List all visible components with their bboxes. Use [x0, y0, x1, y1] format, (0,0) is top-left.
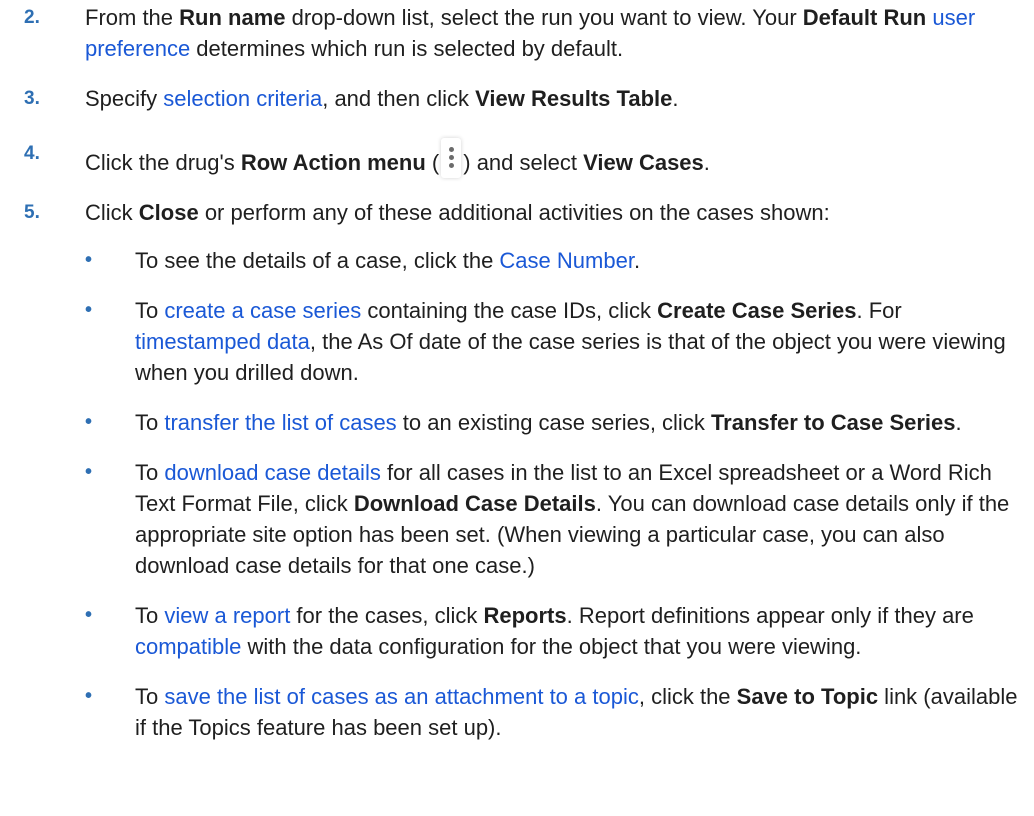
- reports-ui-label: Reports: [483, 603, 567, 628]
- close-ui-label: Close: [138, 200, 199, 225]
- step-4: 4. Click the drug's Row Action menu () a…: [24, 138, 1020, 178]
- step-text: Specify selection criteria, and then cli…: [85, 86, 679, 111]
- default-run-ui-label: Default Run: [802, 5, 927, 30]
- view-report-link[interactable]: view a report: [164, 603, 290, 628]
- row-action-menu-ui-label: Row Action menu: [240, 150, 426, 175]
- step-5: 5. Click Close or perform any of these a…: [24, 197, 1020, 743]
- bullet-icon: •: [85, 604, 93, 626]
- run-name-ui-label: Run name: [179, 5, 286, 30]
- vertical-ellipsis-icon: [441, 138, 462, 178]
- list-item: • To download case details for all cases…: [85, 457, 1020, 581]
- save-to-topic-ui-label: Save to Topic: [736, 684, 879, 709]
- list-item: • To transfer the list of cases to an ex…: [85, 407, 1020, 438]
- selection-criteria-link[interactable]: selection criteria: [163, 86, 322, 111]
- list-item: • To save the list of cases as an attach…: [85, 681, 1020, 743]
- bullet-icon: •: [85, 461, 93, 483]
- step-number: 2.: [24, 7, 40, 28]
- download-case-details-ui-label: Download Case Details: [353, 491, 596, 516]
- step-text: Click the drug's Row Action menu () and …: [85, 138, 1020, 178]
- download-case-details-link[interactable]: download case details: [164, 460, 380, 485]
- steps-list: 2. From the Run name drop-down list, sel…: [24, 2, 1020, 743]
- activities-list: • To see the details of a case, click th…: [85, 245, 1020, 743]
- timestamped-data-link[interactable]: timestamped data: [135, 329, 310, 354]
- bullet-icon: •: [85, 299, 93, 321]
- bullet-icon: •: [85, 685, 93, 707]
- bullet-icon: •: [85, 411, 93, 433]
- document-page: 2. From the Run name drop-down list, sel…: [0, 0, 1034, 816]
- transfer-to-case-series-ui-label: Transfer to Case Series: [710, 410, 956, 435]
- step-number: 5.: [24, 202, 40, 223]
- case-number-link[interactable]: Case Number: [499, 248, 634, 273]
- step-number: 4.: [24, 143, 40, 164]
- list-item: • To view a report for the cases, click …: [85, 600, 1020, 662]
- step-text: From the Run name drop-down list, select…: [85, 5, 976, 61]
- bullet-icon: •: [85, 249, 93, 271]
- view-results-table-ui-label: View Results Table: [475, 86, 673, 111]
- list-item: • To create a case series containing the…: [85, 295, 1020, 388]
- step-2: 2. From the Run name drop-down list, sel…: [24, 2, 1020, 64]
- compatible-link[interactable]: compatible: [135, 634, 241, 659]
- save-cases-to-topic-link[interactable]: save the list of cases as an attachment …: [164, 684, 638, 709]
- create-case-series-ui-label: Create Case Series: [657, 298, 857, 323]
- transfer-cases-link[interactable]: transfer the list of cases: [164, 410, 396, 435]
- step-number: 3.: [24, 88, 40, 109]
- list-item: • To see the details of a case, click th…: [85, 245, 1020, 276]
- view-cases-ui-label: View Cases: [583, 150, 704, 175]
- step-text: Click Close or perform any of these addi…: [85, 200, 830, 225]
- step-3: 3. Specify selection criteria, and then …: [24, 83, 1020, 114]
- create-case-series-link[interactable]: create a case series: [164, 298, 361, 323]
